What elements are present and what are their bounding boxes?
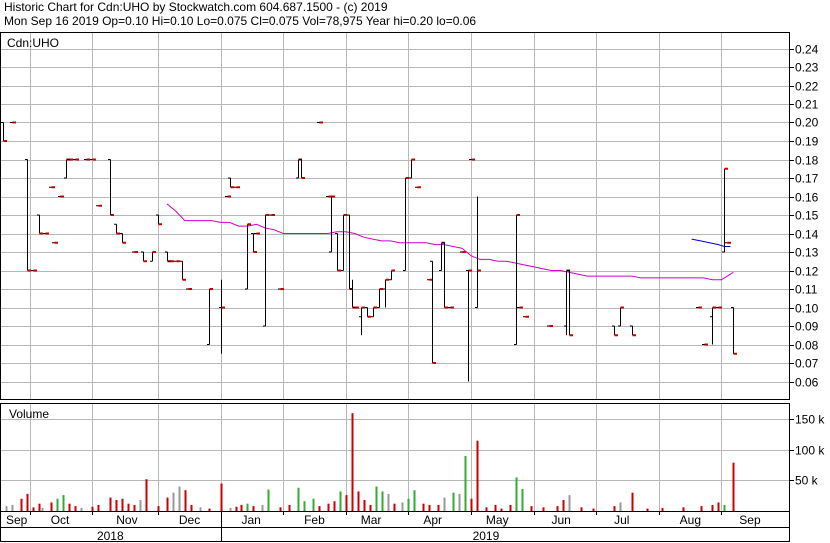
month-label: Jan: [241, 513, 260, 527]
price-tick-label: 0.09: [795, 320, 819, 334]
volume-panel-grid: [1, 404, 789, 511]
price-tick-label: 0.15: [795, 209, 819, 223]
axes: 0.06 0.07 0.08 0.09 0.10 0.11 0.12 0.13 0.14 0.15…: [6, 43, 825, 543]
ohlc-bar: [299, 159, 305, 179]
ohlc-bar: [165, 251, 171, 263]
month-label: Jun: [552, 513, 571, 527]
ohlc-bar: [731, 307, 737, 355]
ohlc-bar: [722, 167, 728, 253]
price-tick-label: 0.18: [795, 154, 819, 168]
price-tick-label: 0.13: [795, 246, 819, 260]
ohlc-bar: [409, 158, 415, 179]
price-tick-label: 0.24: [795, 43, 819, 57]
ohlc-bar: [245, 223, 251, 290]
volume-tick-label: 50 k: [795, 474, 819, 488]
stock-chart: 0.06 0.07 0.08 0.09 0.10 0.11 0.12 0.13 0.14 0.15…: [0, 32, 825, 543]
ohlc-bar: [430, 260, 436, 364]
ohlc-bar: [383, 278, 389, 308]
price-panel-title: Cdn:UHO: [7, 36, 59, 50]
ohlc-bar: [359, 306, 365, 336]
ohlc-bar: [150, 251, 156, 262]
month-label: Sep: [739, 513, 761, 527]
price-tick-label: 0.08: [795, 339, 819, 353]
ohlc-bar: [156, 214, 162, 226]
price-tick-label: 0.12: [795, 265, 819, 279]
year-label: 2019: [473, 529, 500, 543]
price-tick-label: 0.19: [795, 135, 819, 149]
month-label: Nov: [116, 513, 137, 527]
ohlc-bar: [108, 159, 114, 216]
price-tick-label: 0.06: [795, 376, 819, 390]
ohlc-bar: [618, 306, 624, 327]
ohlc-bar: [377, 288, 383, 308]
month-label: Feb: [304, 513, 325, 527]
ohlc-bar: [263, 214, 269, 327]
ohlc-bar: [612, 325, 618, 337]
price-tick-label: 0.17: [795, 172, 819, 186]
ohlc-bar: [141, 251, 147, 263]
price-tick-label: 0.10: [795, 302, 819, 316]
price-tick-label: 0.21: [795, 98, 819, 112]
month-label: Apr: [423, 513, 442, 527]
month-label: Jul: [614, 513, 629, 527]
ohlc-bar: [114, 223, 120, 235]
price-tick-label: 0.11: [795, 283, 818, 297]
volume-panel-title: Volume: [9, 407, 49, 421]
month-label: Mar: [361, 513, 382, 527]
price-tick-label: 0.23: [795, 61, 819, 75]
month-label: May: [486, 513, 509, 527]
year-label: 2018: [97, 529, 124, 543]
price-tick-label: 0.16: [795, 191, 819, 205]
price-tick-label: 0.22: [795, 80, 819, 94]
ohlc-bar: [630, 325, 636, 337]
price-panel-grid: [1, 33, 789, 399]
ohlc-bar: [350, 279, 356, 309]
ohlc-bar: [64, 158, 70, 179]
ohlc-bar: [207, 288, 213, 345]
ohlc-bar: [567, 270, 573, 337]
volume-tick-label: 150 k: [795, 413, 825, 427]
ohlc-bar: [219, 279, 225, 354]
volume-bars: [5, 413, 735, 511]
price-tick-label: 0.14: [795, 228, 819, 242]
ohlc-bar: [1, 122, 7, 142]
ohlc-bar: [251, 233, 257, 253]
volume-tick-label: 100 k: [795, 444, 825, 458]
ohlc-bar: [228, 177, 234, 189]
ohlc-bar: [329, 195, 335, 253]
month-label: Aug: [680, 513, 701, 527]
month-label: Oct: [51, 513, 70, 527]
ohlc-bar: [37, 214, 43, 235]
price-tick-label: 0.20: [795, 116, 819, 130]
ohlc-bar: [180, 260, 186, 281]
month-label: Dec: [179, 513, 200, 527]
price-tick-label: 0.07: [795, 357, 819, 371]
month-label: Sep: [6, 513, 28, 527]
